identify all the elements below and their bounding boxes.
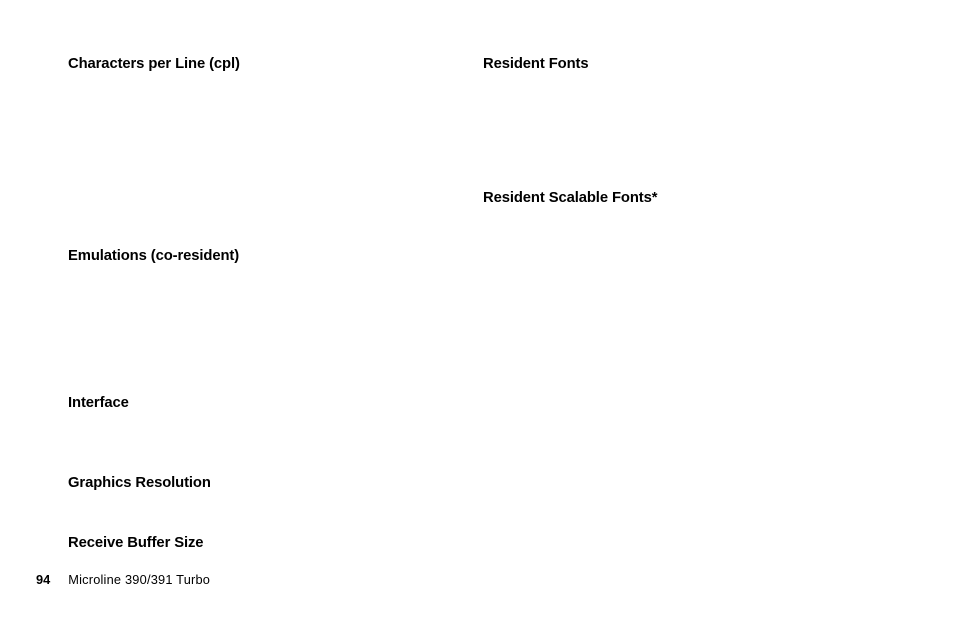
page-footer: 94 Microline 390/391 Turbo	[36, 572, 210, 587]
heading-receive-buffer-size: Receive Buffer Size	[68, 535, 240, 553]
heading-characters-per-line: Characters per Line (cpl)	[68, 56, 240, 74]
heading-resident-scalable-fonts: Resident Scalable Fonts*	[483, 190, 657, 208]
left-column: Characters per Line (cpl) Emulations (co…	[68, 56, 240, 553]
page-number: 94	[36, 572, 50, 587]
heading-emulations: Emulations (co-resident)	[68, 248, 240, 266]
heading-resident-fonts: Resident Fonts	[483, 56, 657, 74]
heading-interface: Interface	[68, 395, 240, 413]
right-column: Resident Fonts Resident Scalable Fonts*	[483, 56, 657, 208]
footer-title: Microline 390/391 Turbo	[68, 572, 210, 587]
document-page: Characters per Line (cpl) Emulations (co…	[0, 0, 954, 618]
heading-graphics-resolution: Graphics Resolution	[68, 475, 240, 493]
